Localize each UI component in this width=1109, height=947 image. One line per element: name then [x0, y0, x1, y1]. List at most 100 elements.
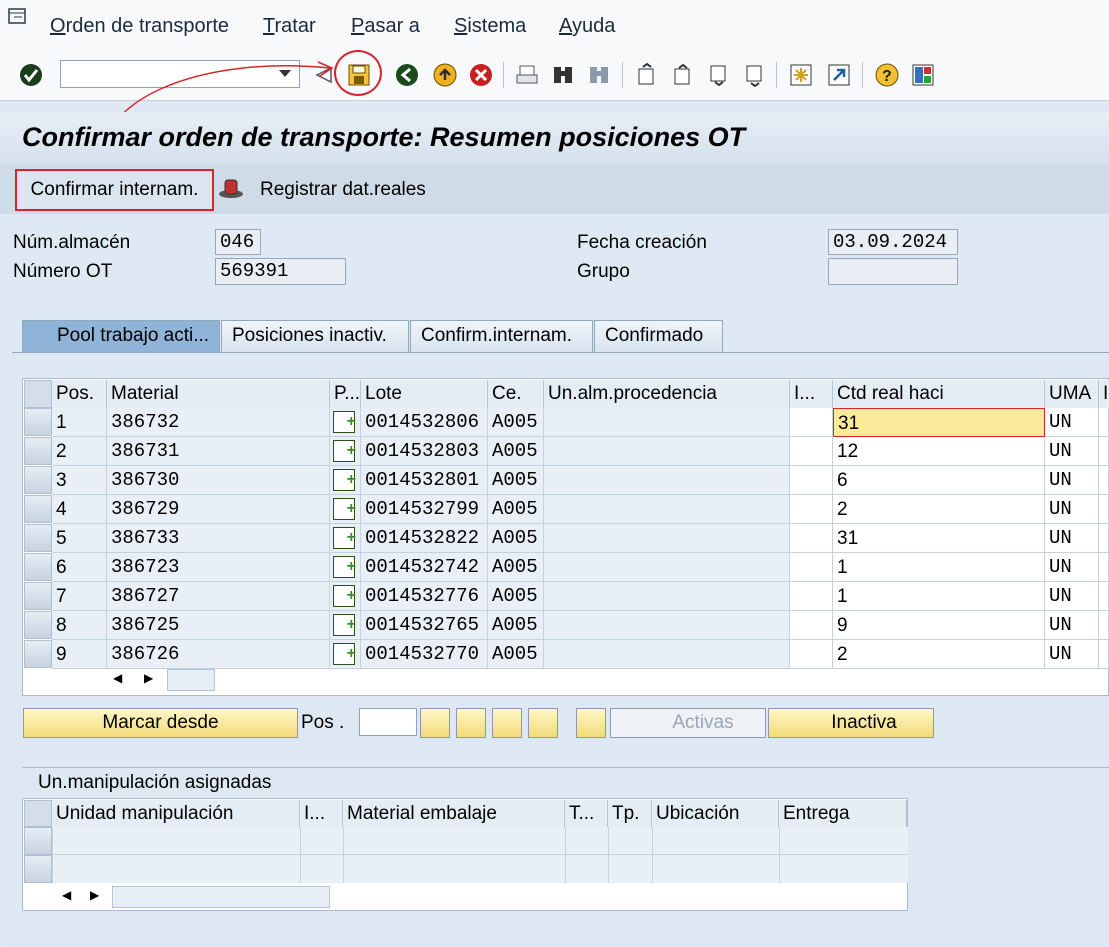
row-selector[interactable]	[24, 611, 52, 639]
help-icon[interactable]: ?	[874, 62, 900, 88]
scroll-left-icon[interactable]: ◀	[113, 671, 122, 685]
cell-centro: A005	[488, 553, 544, 582]
confirm-internal-button[interactable]: Confirmar internam.	[15, 169, 214, 211]
cell-ctd-real[interactable]: 9	[833, 611, 1045, 640]
layout-menu-icon[interactable]	[910, 62, 936, 88]
hu-col-tp[interactable]: Tp.	[608, 800, 652, 828]
cell-uma: UN	[1045, 611, 1099, 640]
col-lote[interactable]: Lote	[361, 380, 488, 408]
exit-icon[interactable]	[432, 62, 458, 88]
col-centro[interactable]: Ce.	[488, 380, 544, 408]
col-i[interactable]: I...	[790, 380, 833, 408]
detail-icon[interactable]	[456, 708, 486, 738]
col-p[interactable]: P...	[330, 380, 361, 408]
group-field	[828, 258, 958, 285]
cell-p	[330, 524, 361, 553]
cell-lote: 0014532822	[361, 524, 488, 553]
document-add-icon[interactable]	[333, 524, 356, 552]
cell-ctd-real[interactable]: 2	[833, 495, 1045, 524]
col-material[interactable]: Material	[107, 380, 330, 408]
first-page-icon[interactable]	[634, 62, 660, 88]
cell-pos: 7	[52, 582, 107, 611]
scroll-right-icon[interactable]: ▶	[144, 671, 153, 685]
menu-ayuda[interactable]: Ayuda	[559, 15, 615, 38]
row-selector[interactable]	[24, 408, 52, 436]
cell-ctd-real[interactable]: 6	[833, 466, 1045, 495]
document-add-icon[interactable]	[333, 437, 356, 465]
col-pos[interactable]: Pos.	[52, 380, 107, 408]
cell-centro: A005	[488, 582, 544, 611]
next-page-icon[interactable]	[706, 62, 732, 88]
hu-scrollbar-thumb[interactable]	[112, 886, 330, 908]
mark-from-button[interactable]: Marcar desde	[23, 708, 298, 738]
row-selector[interactable]	[24, 437, 52, 465]
document-add-icon[interactable]	[333, 640, 356, 668]
hu-scroll-right-icon[interactable]: ▶	[90, 888, 99, 902]
hu-scroll-left-icon[interactable]: ◀	[62, 888, 71, 902]
select-all-icon[interactable]	[492, 708, 522, 738]
svg-text:?: ?	[882, 68, 892, 85]
col-ctd-real[interactable]: Ctd real haci	[833, 380, 1045, 408]
tab-confirmado-interno[interactable]: Confirm.internam.	[410, 320, 593, 352]
deselect-all-icon[interactable]	[528, 708, 558, 738]
cell-ctd-real[interactable]: 1	[833, 582, 1045, 611]
package-icon[interactable]	[576, 708, 606, 738]
row-selector[interactable]	[24, 582, 52, 610]
hu-col-i[interactable]: I...	[300, 800, 343, 828]
cell-material: 386733	[107, 524, 330, 553]
row-selector[interactable]	[24, 553, 52, 581]
menu-sistema[interactable]: Sistema	[454, 15, 526, 38]
cell-i	[790, 466, 833, 495]
cell-ctd-real[interactable]: 2	[833, 640, 1045, 669]
deactivate-button[interactable]: Inactiva	[768, 708, 934, 738]
document-add-icon[interactable]	[333, 495, 356, 523]
cell-uma: UN	[1045, 437, 1099, 466]
document-add-icon[interactable]	[333, 408, 356, 436]
hu-col-unidad[interactable]: Unidad manipulación	[52, 800, 300, 828]
shortcut-icon[interactable]	[826, 62, 852, 88]
select-block-icon[interactable]	[420, 708, 450, 738]
col-extra[interactable]: I	[1099, 380, 1109, 408]
new-session-icon[interactable]	[788, 62, 814, 88]
cell-ctd-real[interactable]: 31	[833, 524, 1045, 553]
hu-col-material-embalaje[interactable]: Material embalaje	[343, 800, 565, 828]
find-icon[interactable]	[550, 62, 576, 88]
find-next-icon[interactable]	[586, 62, 612, 88]
cell-lote: 0014532770	[361, 640, 488, 669]
hu-select-all[interactable]	[24, 800, 52, 827]
previous-page-icon[interactable]	[670, 62, 696, 88]
cell-p	[330, 408, 361, 437]
cell-ctd-real[interactable]: 31	[833, 408, 1045, 437]
pos-input[interactable]	[359, 708, 417, 736]
cell-uma: UN	[1045, 640, 1099, 669]
hu-col-ubicacion[interactable]: Ubicación	[652, 800, 779, 828]
creation-date-label: Fecha creación	[577, 232, 707, 253]
select-all-button[interactable]	[24, 380, 52, 408]
hu-row-selector[interactable]	[24, 855, 52, 883]
hu-row-selector[interactable]	[24, 827, 52, 855]
document-add-icon[interactable]	[333, 553, 356, 581]
document-add-icon[interactable]	[333, 466, 356, 494]
row-selector[interactable]	[24, 495, 52, 523]
print-icon[interactable]	[514, 62, 540, 88]
tab-confirmado[interactable]: Confirmado	[594, 320, 723, 352]
register-actual-data-button[interactable]: Registrar dat.reales	[260, 179, 426, 201]
row-selector[interactable]	[24, 640, 52, 668]
cancel-icon[interactable]	[468, 62, 494, 88]
hu-col-t[interactable]: T...	[565, 800, 608, 828]
col-un-alm-procedencia[interactable]: Un.alm.procedencia	[544, 380, 790, 408]
last-page-icon[interactable]	[742, 62, 768, 88]
row-selector[interactable]	[24, 466, 52, 494]
cell-ctd-real[interactable]: 12	[833, 437, 1045, 466]
cell-ctd-real[interactable]: 1	[833, 553, 1045, 582]
tab-pool-trabajo[interactable]: Pool trabajo acti...	[22, 320, 220, 352]
row-selector[interactable]	[24, 524, 52, 552]
table-scrollbar-thumb[interactable]	[167, 669, 215, 691]
document-add-icon[interactable]	[333, 582, 356, 610]
document-add-icon[interactable]	[333, 611, 356, 639]
hu-col-entrega[interactable]: Entrega	[779, 800, 907, 828]
activate-button[interactable]: Activas	[610, 708, 766, 738]
cell-material: 386723	[107, 553, 330, 582]
col-uma[interactable]: UMA	[1045, 380, 1099, 408]
tab-posiciones-inactivas[interactable]: Posiciones inactiv.	[221, 320, 409, 352]
